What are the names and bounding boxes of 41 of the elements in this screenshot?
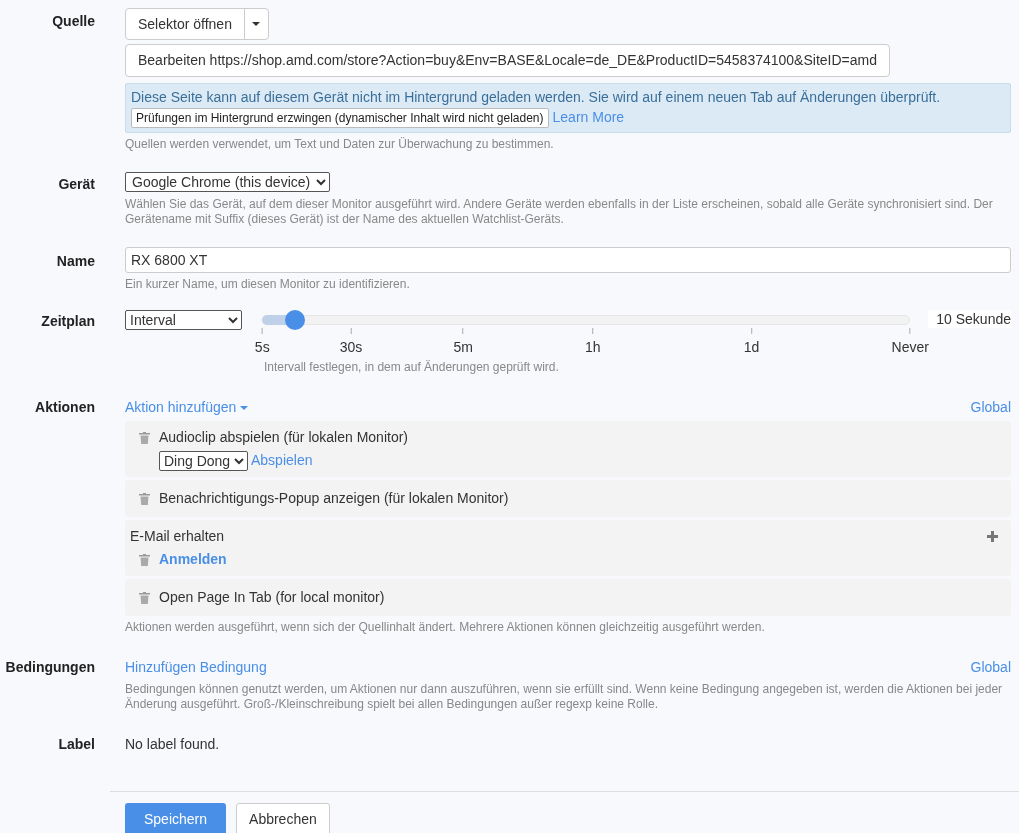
help-text: Ein kurzer Name, um diesen Monitor zu identifizieren.: [125, 277, 411, 292]
tick-label: 5s: [254, 338, 270, 356]
action-text: E-Mail erhalten: [130, 527, 225, 546]
tick-label: 1h: [584, 338, 601, 356]
schedule-select[interactable]: Interval: [125, 310, 243, 330]
field-label: Zeitplan: [41, 313, 95, 329]
tick-label: Never: [891, 338, 929, 356]
action-text: Benachrichtigungs-Popup anzeigen (für lokalen Monitor): [159, 489, 509, 508]
help-text: Intervall festlegen, in dem auf Änderungen geprüft wird.: [264, 360, 560, 375]
device-select[interactable]: Google Chrome (this device): [125, 172, 330, 192]
cancel-button[interactable]: Abbrechen: [236, 803, 330, 833]
help-text: Bedingungen können genutzt werden, um Aktionen nur dann auszuführen, wenn sie erfüllt sind. Wenn keine Bedingung angegeben ist, werden die Aktionen bei jeder Änderung ausgeführt. Groß-/Kleinschreibung spielt bei allen Bedingungen außer regexp keine Rolle.: [125, 682, 1004, 712]
action-text: Audioclip abspielen (für lokalen Monitor): [159, 428, 409, 447]
field-label: Aktionen: [35, 399, 95, 415]
field-label: Label: [58, 736, 95, 752]
trash-icon[interactable]: [139, 553, 150, 566]
trash-icon[interactable]: [139, 431, 150, 444]
action-text: Open Page In Tab (for local monitor): [159, 588, 385, 607]
force-button[interactable]: Prüfungen im Hintergrund erzwingen (dynamischer Inhalt wird nicht geladen): [131, 107, 549, 128]
field-label: Bedingungen: [5, 659, 95, 675]
help-text: Quellen werden verwendet, um Text und Daten zur Überwachung zu bestimmen.: [125, 137, 555, 152]
label-value: No label found.: [125, 736, 220, 752]
url-field[interactable]: Bearbeiten https://shop.amd.com/store?Action=buy&Env=BASE&Locale=de_DE&ProductID=5458374100&SiteID=amd: [125, 44, 890, 77]
plus-icon[interactable]: [987, 531, 998, 542]
notice-text: Diese Seite kann auf diesem Gerät nicht im Hintergrund geladen werden. Sie wird auf einem neuen Tab auf Änderungen überprüft.: [131, 88, 942, 106]
field-label: Name: [56, 253, 95, 269]
caret-icon: [252, 22, 261, 26]
tick-label: 30s: [339, 338, 363, 356]
help-text: Aktionen werden ausgeführt, wenn sich der Quellinhalt ändert. Mehrere Aktionen können gleichzeitig ausgeführt werden.: [125, 620, 766, 635]
slider-thumb[interactable]: [284, 310, 305, 330]
trash-icon[interactable]: [139, 492, 150, 505]
tick-label: 5m: [453, 338, 473, 356]
tick-label: 1d: [743, 338, 760, 356]
help-text: Wählen Sie das Gerät, auf dem dieser Monitor ausgeführt wird. Andere Geräte werden ebenfalls in der Liste erscheinen, sobald alle Geräte synchronisiert sind. Der Gerätename mit Suffix (dieses Gerät) ist der Name des aktuellen Watchlist-Geräts.: [125, 197, 994, 227]
trash-icon[interactable]: [139, 591, 150, 604]
field-label: Quelle: [52, 13, 95, 29]
caret-icon: [240, 405, 249, 410]
field-label: Gerät: [58, 176, 95, 192]
interval-reading: 10 Sekunde: [928, 310, 1011, 328]
sound-select[interactable]: Ding Dong: [159, 450, 248, 471]
name-field[interactable]: RX 6800 XT: [125, 247, 1011, 273]
